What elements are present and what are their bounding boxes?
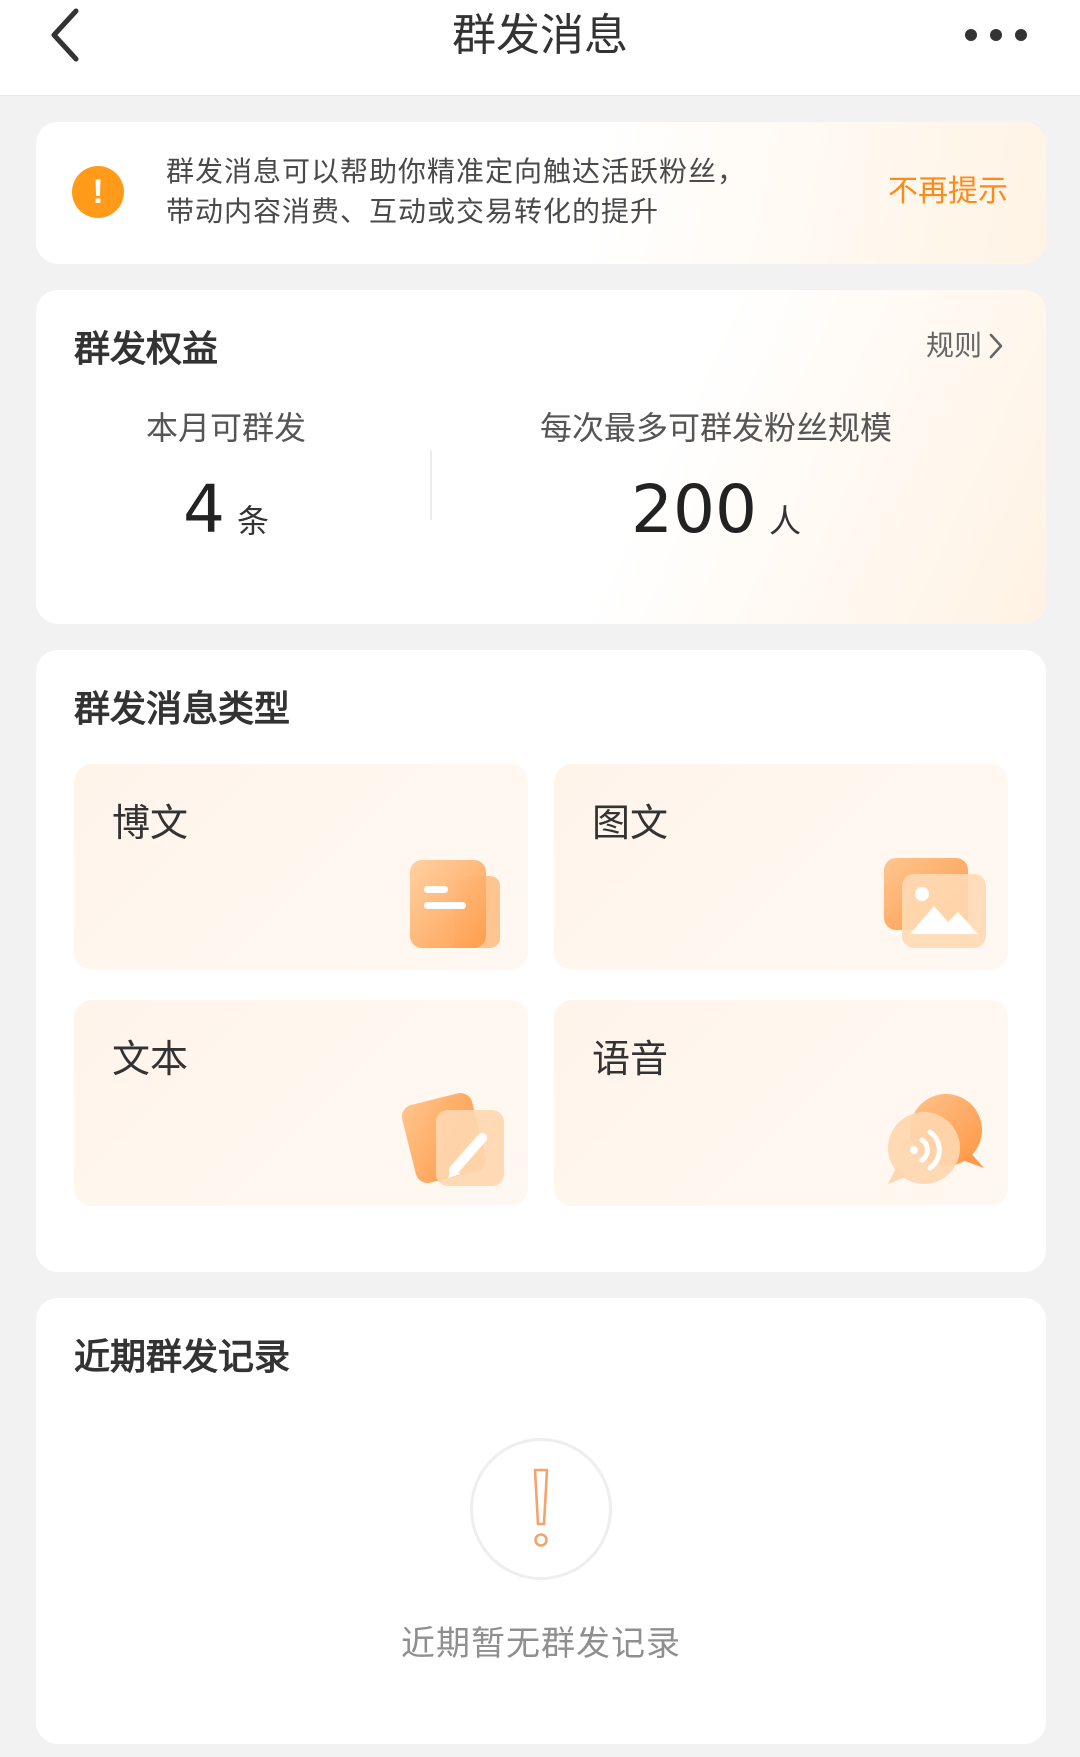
- stat-divider: [430, 450, 432, 520]
- notice-text: 群发消息可以帮助你精准定向触达活跃粉丝， 带动内容消费、互动或交易转化的提升: [166, 152, 846, 232]
- message-types-title: 群发消息类型: [74, 689, 291, 730]
- max-fans-value: 200: [631, 471, 757, 548]
- article-icon: [410, 860, 500, 948]
- monthly-quota-unit: 条: [236, 502, 269, 540]
- type-tile-text[interactable]: 文本: [74, 1000, 528, 1206]
- chevron-right-icon: [989, 333, 1003, 359]
- max-fans-stat: 每次最多可群发粉丝规模 200 人: [466, 406, 966, 548]
- notice-banner: ! 群发消息可以帮助你精准定向触达活跃粉丝， 带动内容消费、互动或交易转化的提升…: [36, 122, 1046, 264]
- image-icon: [884, 858, 986, 948]
- empty-state-text: 近期暂无群发记录: [401, 1624, 681, 1664]
- exclamation-icon: [533, 1468, 549, 1547]
- more-dots-icon: [965, 29, 1027, 41]
- edit-icon: [401, 1093, 504, 1186]
- voice-icon: [888, 1094, 984, 1184]
- max-fans-unit: 人: [768, 502, 801, 540]
- page-title: 群发消息: [452, 10, 628, 61]
- rules-label: 规则: [925, 329, 982, 362]
- top-bar: 群发消息: [0, 0, 1080, 96]
- type-label: 语音: [592, 1037, 669, 1081]
- rules-link[interactable]: 规则: [926, 326, 1004, 366]
- max-fans-label: 每次最多可群发粉丝规模: [539, 409, 892, 447]
- page: 群发消息 ! 群发消息可以帮助你精准定向触达活跃粉丝， 带动内容消费、互动或交易…: [0, 0, 1080, 1757]
- type-tile-image-text[interactable]: 图文: [554, 764, 1008, 970]
- monthly-quota-stat: 本月可群发 4 条: [76, 406, 376, 548]
- warning-icon: !: [72, 166, 124, 218]
- recent-records-title: 近期群发记录: [74, 1337, 291, 1378]
- type-tile-article[interactable]: 博文: [74, 764, 528, 970]
- notice-line-1: 群发消息可以帮助你精准定向触达活跃粉丝，: [166, 155, 747, 188]
- type-label: 图文: [592, 801, 669, 845]
- type-label: 博文: [112, 801, 189, 845]
- benefits-card: 群发权益 规则 本月可群发 4 条 每次最多可群发粉丝规模 200 人: [36, 290, 1046, 624]
- type-tile-voice[interactable]: 语音: [554, 1000, 1008, 1206]
- monthly-quota-label: 本月可群发: [145, 409, 306, 447]
- monthly-quota-value: 4: [182, 471, 225, 548]
- more-button[interactable]: [948, 10, 1044, 60]
- dismiss-notice-button[interactable]: 不再提示: [888, 170, 1008, 214]
- type-label: 文本: [112, 1037, 189, 1081]
- message-types-card: 群发消息类型 博文 图文 文本 语音: [36, 650, 1046, 1272]
- notice-line-2: 带动内容消费、互动或交易转化的提升: [166, 195, 660, 228]
- benefits-title: 群发权益: [74, 329, 219, 370]
- empty-state-icon: [470, 1438, 612, 1580]
- recent-records-card: 近期群发记录 近期暂无群发记录: [36, 1298, 1046, 1744]
